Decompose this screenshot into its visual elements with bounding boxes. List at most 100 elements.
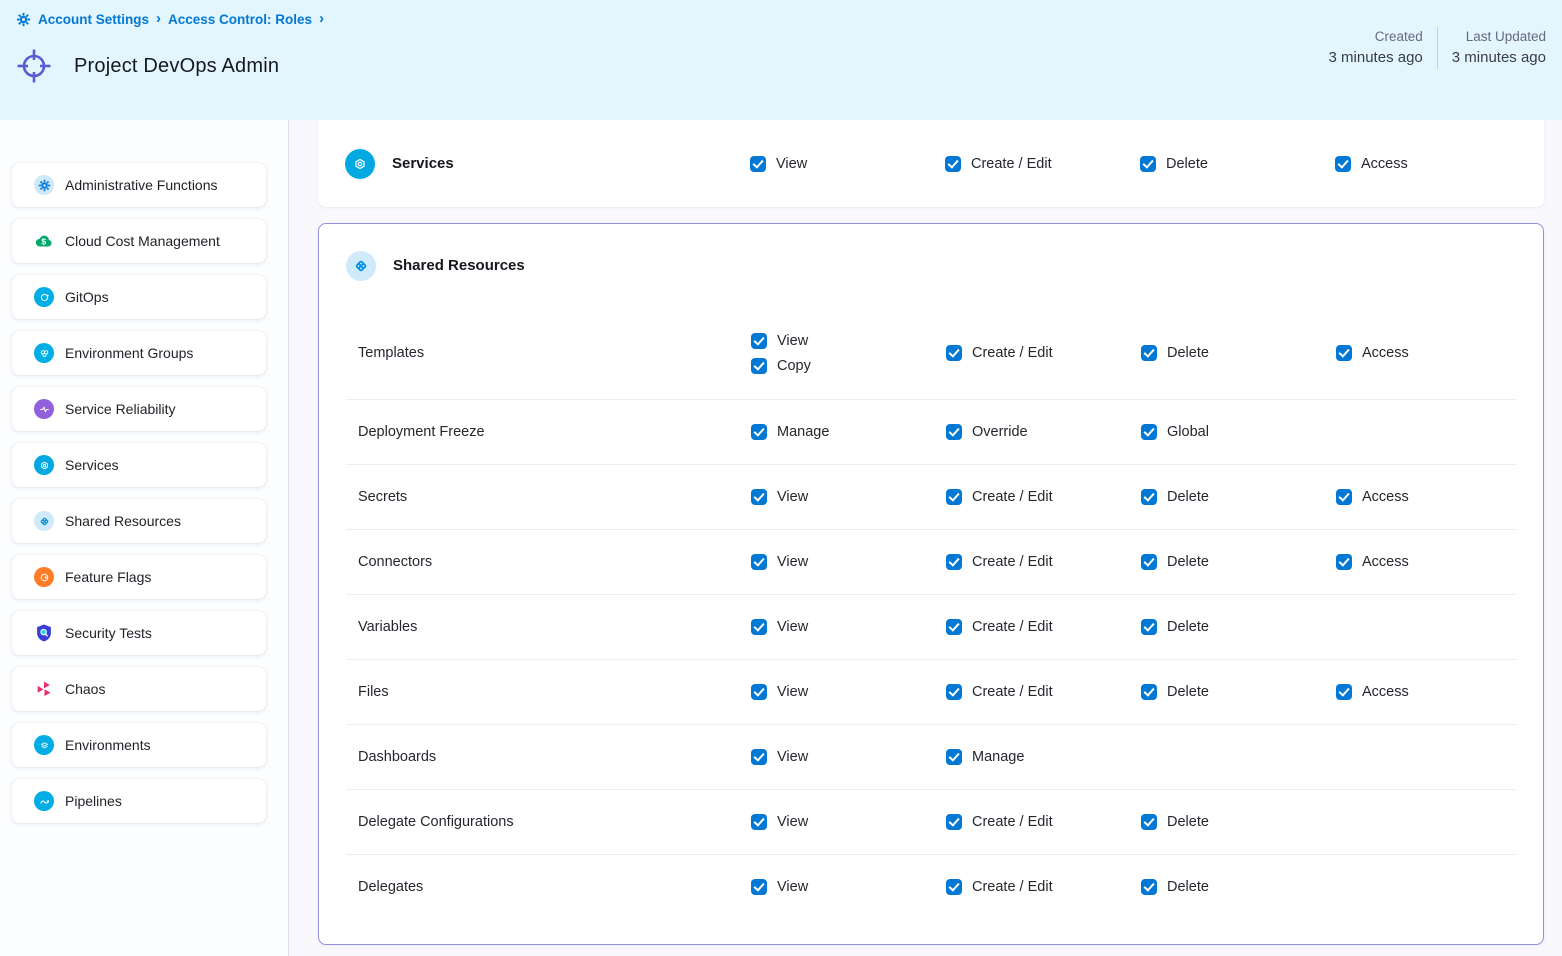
role-meta: Created 3 minutes ago Last Updated 3 min… <box>1329 27 1546 69</box>
permission-access[interactable]: Access <box>1336 489 1516 505</box>
permission-view[interactable]: View <box>751 619 946 635</box>
target-crosshair-icon <box>14 46 54 86</box>
shared-resources-icon <box>346 251 376 281</box>
checkbox-checked-icon[interactable] <box>946 814 962 830</box>
checkbox-checked-icon[interactable] <box>1141 684 1157 700</box>
sidebar-item-environments[interactable]: Environments <box>12 723 266 767</box>
checkbox-checked-icon[interactable] <box>751 814 767 830</box>
permission-global[interactable]: Global <box>1141 424 1336 440</box>
permission-create-edit[interactable]: Create / Edit <box>946 814 1141 830</box>
permission-delete[interactable]: Delete <box>1140 156 1335 172</box>
checkbox-checked-icon[interactable] <box>1336 345 1352 361</box>
permission-row-delegate-configurations: Delegate ConfigurationsViewCreate / Edit… <box>346 789 1516 854</box>
services-icon <box>345 149 375 179</box>
checkbox-checked-icon[interactable] <box>946 879 962 895</box>
permission-access[interactable]: Access <box>1336 345 1516 361</box>
sidebar-item-environment-groups[interactable]: Environment Groups <box>12 331 266 375</box>
breadcrumb-link-access-control-roles[interactable]: Access Control: Roles <box>168 12 312 27</box>
checkbox-checked-icon[interactable] <box>751 489 767 505</box>
permission-view[interactable]: View <box>751 489 946 505</box>
sidebar-item-gitops[interactable]: GitOps <box>12 275 266 319</box>
checkbox-checked-icon[interactable] <box>1141 345 1157 361</box>
permission-cell: Delete <box>1141 814 1336 830</box>
permission-override[interactable]: Override <box>946 424 1141 440</box>
checkbox-checked-icon[interactable] <box>946 424 962 440</box>
checkbox-checked-icon[interactable] <box>1141 554 1157 570</box>
sidebar-item-security-tests[interactable]: Security Tests <box>12 611 266 655</box>
breadcrumb-link-account-settings[interactable]: Account Settings <box>38 12 149 27</box>
permission-create-edit[interactable]: Create / Edit <box>946 619 1141 635</box>
page-title: Project DevOps Admin <box>74 55 279 78</box>
permission-create-edit[interactable]: Create / Edit <box>946 489 1141 505</box>
permission-access[interactable]: Access <box>1335 156 1517 172</box>
checkbox-checked-icon[interactable] <box>1141 489 1157 505</box>
checkbox-checked-icon[interactable] <box>751 333 767 349</box>
checkbox-checked-icon[interactable] <box>751 619 767 635</box>
service-reliability-icon <box>34 399 54 419</box>
permission-manage[interactable]: Manage <box>946 749 1141 765</box>
permission-manage[interactable]: Manage <box>751 424 946 440</box>
checkbox-checked-icon[interactable] <box>751 879 767 895</box>
checkbox-checked-icon[interactable] <box>751 554 767 570</box>
checkbox-checked-icon[interactable] <box>946 554 962 570</box>
permission-label: Access <box>1362 684 1409 700</box>
permission-delete[interactable]: Delete <box>1141 879 1336 895</box>
checkbox-checked-icon[interactable] <box>946 619 962 635</box>
permission-view[interactable]: View <box>751 333 946 349</box>
permission-create-edit[interactable]: Create / Edit <box>945 156 1140 172</box>
permission-delete[interactable]: Delete <box>1141 489 1336 505</box>
checkbox-checked-icon[interactable] <box>946 749 962 765</box>
checkbox-checked-icon[interactable] <box>750 156 766 172</box>
permission-copy[interactable]: Copy <box>751 358 946 374</box>
permission-view[interactable]: View <box>751 684 946 700</box>
checkbox-checked-icon[interactable] <box>1336 554 1352 570</box>
checkbox-checked-icon[interactable] <box>751 424 767 440</box>
checkbox-checked-icon[interactable] <box>1336 489 1352 505</box>
checkbox-checked-icon[interactable] <box>1141 879 1157 895</box>
sidebar-item-services[interactable]: Services <box>12 443 266 487</box>
permission-create-edit[interactable]: Create / Edit <box>946 554 1141 570</box>
permission-create-edit[interactable]: Create / Edit <box>946 345 1141 361</box>
checkbox-checked-icon[interactable] <box>751 749 767 765</box>
permission-view[interactable]: View <box>751 749 946 765</box>
checkbox-checked-icon[interactable] <box>1141 424 1157 440</box>
permission-view[interactable]: View <box>751 879 946 895</box>
checkbox-checked-icon[interactable] <box>751 684 767 700</box>
permission-delete[interactable]: Delete <box>1141 814 1336 830</box>
sidebar-item-shared-resources[interactable]: Shared Resources <box>12 499 266 543</box>
permission-create-edit[interactable]: Create / Edit <box>946 684 1141 700</box>
permission-view[interactable]: View <box>751 814 946 830</box>
checkbox-checked-icon[interactable] <box>1140 156 1156 172</box>
permission-cell: Create / Edit <box>946 489 1141 505</box>
permission-create-edit[interactable]: Create / Edit <box>946 879 1141 895</box>
checkbox-checked-icon[interactable] <box>1141 619 1157 635</box>
checkbox-checked-icon[interactable] <box>1335 156 1351 172</box>
sidebar-item-service-reliability[interactable]: Service Reliability <box>12 387 266 431</box>
permission-label: Create / Edit <box>972 684 1053 700</box>
checkbox-checked-icon[interactable] <box>946 345 962 361</box>
checkbox-checked-icon[interactable] <box>751 358 767 374</box>
resource-name: Templates <box>346 345 751 361</box>
sidebar-item-feature-flags[interactable]: Feature Flags <box>12 555 266 599</box>
sidebar-item-label: Environments <box>65 737 151 753</box>
checkbox-checked-icon[interactable] <box>946 489 962 505</box>
checkbox-checked-icon[interactable] <box>1141 814 1157 830</box>
permission-delete[interactable]: Delete <box>1141 684 1336 700</box>
checkbox-checked-icon[interactable] <box>945 156 961 172</box>
sidebar-item-cloud-cost-management[interactable]: $Cloud Cost Management <box>12 219 266 263</box>
permission-delete[interactable]: Delete <box>1141 619 1336 635</box>
sidebar-item-chaos[interactable]: Chaos <box>12 667 266 711</box>
permission-label: Delete <box>1167 619 1209 635</box>
permission-delete[interactable]: Delete <box>1141 345 1336 361</box>
permission-access[interactable]: Access <box>1336 554 1516 570</box>
sidebar-item-administrative-functions[interactable]: Administrative Functions <box>12 163 266 207</box>
permission-view[interactable]: View <box>751 554 946 570</box>
panel-title: Services <box>392 155 454 172</box>
permission-delete[interactable]: Delete <box>1141 554 1336 570</box>
checkbox-checked-icon[interactable] <box>946 684 962 700</box>
checkbox-checked-icon[interactable] <box>1336 684 1352 700</box>
permission-label: View <box>777 879 808 895</box>
permission-access[interactable]: Access <box>1336 684 1516 700</box>
permission-view[interactable]: View <box>750 156 945 172</box>
sidebar-item-pipelines[interactable]: Pipelines <box>12 779 266 823</box>
